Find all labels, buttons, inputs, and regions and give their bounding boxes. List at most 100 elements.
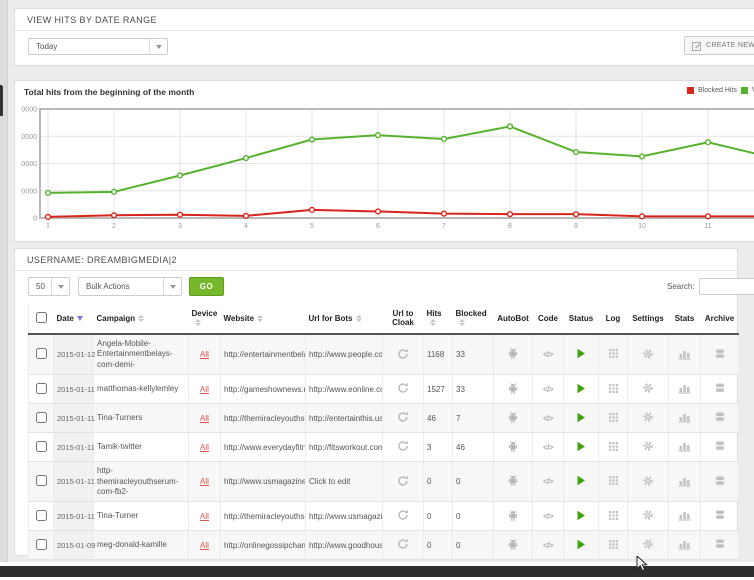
row-checkbox[interactable] — [36, 441, 47, 452]
row-log[interactable] — [599, 334, 628, 375]
row-status[interactable] — [564, 462, 599, 502]
row-status[interactable] — [564, 334, 599, 375]
row-autobot[interactable] — [494, 462, 533, 502]
row-status[interactable] — [564, 375, 599, 404]
row-status[interactable] — [564, 433, 599, 462]
search-label: Search: — [667, 282, 695, 291]
row-stats[interactable] — [669, 404, 701, 433]
row-archive[interactable] — [701, 433, 739, 462]
code-icon[interactable]: </> — [533, 531, 564, 560]
row-archive[interactable] — [701, 375, 739, 404]
create-campaign-button[interactable]: CREATE NEW CAMPAIGN — [684, 36, 754, 55]
code-icon[interactable]: </> — [533, 462, 564, 502]
device-link[interactable]: All — [200, 414, 209, 423]
row-stats[interactable] — [669, 502, 701, 531]
col-header-url-for-bots[interactable]: Url for Bots — [306, 303, 383, 334]
col-header-campaign[interactable]: Campaign — [94, 303, 189, 334]
row-archive[interactable] — [701, 462, 739, 502]
col-header-website[interactable]: Website — [221, 303, 306, 334]
row-log[interactable] — [599, 404, 628, 433]
chevron-down-icon — [163, 278, 181, 295]
row-url-to-cloak[interactable] — [383, 531, 424, 560]
device-link[interactable]: All — [200, 443, 209, 452]
device-link[interactable]: All — [200, 477, 209, 486]
select-all-checkbox[interactable] — [36, 312, 47, 323]
row-date: 2015-01-12 — [54, 334, 94, 375]
row-stats[interactable] — [669, 334, 701, 375]
row-stats[interactable] — [669, 375, 701, 404]
row-log[interactable] — [599, 531, 628, 560]
col-header-blocked[interactable]: Blocked — [453, 303, 494, 334]
row-log[interactable] — [599, 433, 628, 462]
code-icon[interactable]: </> — [533, 502, 564, 531]
device-link[interactable]: All — [200, 385, 209, 394]
row-archive[interactable] — [701, 404, 739, 433]
row-checkbox[interactable] — [36, 539, 47, 550]
svg-text:5: 5 — [310, 223, 314, 230]
row-url-to-cloak[interactable] — [383, 502, 424, 531]
code-icon[interactable]: </> — [533, 334, 564, 375]
row-settings[interactable] — [628, 334, 669, 375]
row-autobot[interactable] — [494, 502, 533, 531]
row-hits: 3 — [424, 433, 453, 462]
device-link[interactable]: All — [200, 512, 209, 521]
row-archive[interactable] — [701, 334, 739, 375]
device-link[interactable]: All — [200, 541, 209, 550]
go-button[interactable]: GO — [189, 277, 224, 296]
bulk-actions-select[interactable]: Bulk Actions — [78, 277, 182, 296]
row-url-to-cloak[interactable] — [383, 334, 424, 375]
row-autobot[interactable] — [494, 334, 533, 375]
play-icon — [576, 383, 586, 394]
row-settings[interactable] — [628, 404, 669, 433]
page-size-select[interactable]: 50 — [28, 277, 70, 296]
code-icon[interactable]: </> — [533, 375, 564, 404]
row-settings[interactable] — [628, 433, 669, 462]
row-archive[interactable] — [701, 502, 739, 531]
row-url-to-cloak[interactable] — [383, 404, 424, 433]
row-stats[interactable] — [669, 433, 701, 462]
col-header-autobot: AutoBot — [494, 303, 533, 334]
col-header-url-to-cloak[interactable]: Url to Cloak — [383, 303, 424, 334]
mouse-cursor — [636, 556, 650, 572]
row-log[interactable] — [599, 375, 628, 404]
row-stats[interactable] — [669, 531, 701, 560]
code-icon[interactable]: </> — [533, 433, 564, 462]
row-autobot[interactable] — [494, 433, 533, 462]
row-log[interactable] — [599, 462, 628, 502]
row-url-to-cloak[interactable] — [383, 375, 424, 404]
refresh-icon — [397, 538, 409, 550]
row-status[interactable] — [564, 531, 599, 560]
row-checkbox[interactable] — [36, 348, 47, 359]
row-blocked: 0 — [453, 462, 494, 502]
row-url-to-cloak[interactable] — [383, 433, 424, 462]
search-input[interactable] — [699, 278, 754, 295]
gear-icon — [642, 348, 654, 360]
row-archive[interactable] — [701, 531, 739, 560]
row-hits: 0 — [424, 502, 453, 531]
row-settings[interactable] — [628, 502, 669, 531]
row-url-to-cloak[interactable] — [383, 462, 424, 502]
code-icon[interactable]: </> — [533, 404, 564, 433]
row-checkbox[interactable] — [36, 383, 47, 394]
play-icon — [576, 412, 586, 423]
row-settings[interactable] — [628, 375, 669, 404]
row-log[interactable] — [599, 502, 628, 531]
device-link[interactable]: All — [200, 350, 209, 359]
row-settings[interactable] — [628, 462, 669, 502]
row-status[interactable] — [564, 502, 599, 531]
col-header-date[interactable]: Date — [54, 303, 94, 334]
blocked-hits-legend-label: Blocked Hits — [698, 87, 737, 94]
row-status[interactable] — [564, 404, 599, 433]
row-checkbox[interactable] — [36, 475, 47, 486]
row-device: All — [189, 433, 221, 462]
database-icon — [714, 475, 726, 487]
row-checkbox[interactable] — [36, 510, 47, 521]
col-header-hits[interactable]: Hits — [424, 303, 453, 334]
row-checkbox[interactable] — [36, 412, 47, 423]
row-stats[interactable] — [669, 462, 701, 502]
row-autobot[interactable] — [494, 404, 533, 433]
col-header-device[interactable]: Device — [189, 303, 221, 334]
date-range-select[interactable]: Today — [28, 38, 168, 55]
row-autobot[interactable] — [494, 375, 533, 404]
row-autobot[interactable] — [494, 531, 533, 560]
